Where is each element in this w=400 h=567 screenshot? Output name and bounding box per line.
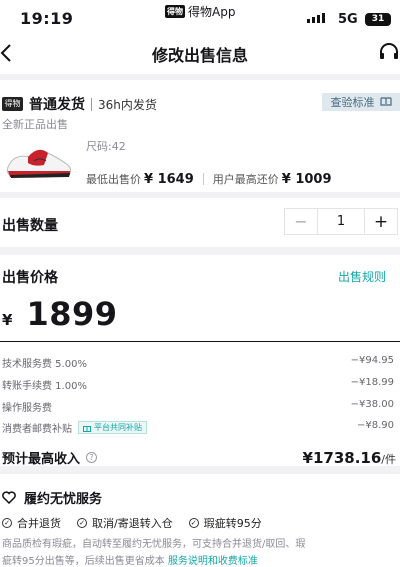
quantity-label: 出售数量 [2, 218, 58, 234]
income-label-group: 预计最高收入 ? [2, 448, 98, 467]
service-terms-link[interactable]: 服务说明和收费标准 [168, 556, 258, 567]
fee-label: 消费者邮费补贴 [2, 424, 72, 435]
service-desc-line: 商品质检有瑕疵，自动转至履约无忧服务，可支持合并退货/取回、瑕 [2, 539, 306, 550]
product-header: 得物 普通发货 36h内发货 [2, 94, 157, 114]
fee-row: 技术服务费 5.00% −¥94.95 [2, 355, 394, 370]
quantity-minus-button[interactable]: − [285, 209, 318, 234]
app-name: 得物App [188, 4, 236, 19]
check-circle-icon: ✓ [77, 518, 87, 528]
highest-offer-label: 用户最高还价 [212, 173, 279, 186]
subsidy-badge-label: 平台共同补贴 [94, 423, 142, 432]
service-desc-text: 疵转95分出售等，后续出售更省成本 [2, 556, 168, 567]
service-card: 履约无忧服务 ✓ 合并退货 ✓ 取消/寄退转入仓 ✓ 瑕疵转95分 商品质检有瑕… [0, 474, 400, 567]
check-circle-icon: ✓ [2, 518, 12, 528]
quantity-card: 出售数量 − 1 + [0, 198, 400, 247]
service-tag: ✓ 合并退货 [2, 515, 61, 531]
income-unit: /件 [381, 453, 396, 466]
product-image [4, 135, 74, 187]
service-title-group: 履约无忧服务 [2, 488, 102, 507]
signal-icon [307, 13, 325, 23]
price-underline [0, 341, 400, 342]
price-label: 出售价格 [2, 270, 58, 286]
price-value: 1899 [26, 295, 118, 333]
lowest-price-value: ¥ 1649 [144, 171, 194, 187]
price-card: 出售价格 出售规则 ¥ 1899 技术服务费 5.00% −¥94.95 转账手… [0, 255, 400, 467]
gift-icon [83, 425, 91, 432]
fee-value: −¥94.95 [350, 355, 394, 366]
service-desc-line2: 疵转95分出售等，后续出售更省成本 服务说明和收费标准 [2, 553, 396, 567]
income-label: 预计最高收入 [2, 452, 81, 467]
fee-row: 转账手续费 1.00% −¥18.99 [2, 377, 394, 392]
service-tags: ✓ 合并退货 ✓ 取消/寄退转入仓 ✓ 瑕疵转95分 [2, 515, 262, 531]
service-description: 商品质检有瑕疵，自动转至履约无忧服务，可支持合并退货/取回、瑕 疵转95分出售等… [2, 536, 396, 567]
fee-value: −¥38.00 [350, 399, 394, 410]
shipping-time: 36h内发货 [98, 97, 157, 112]
estimated-income: 预计最高收入 ? ¥1738.16/件 [2, 448, 396, 467]
dewu-logo: 得物 [2, 97, 23, 111]
currency-symbol: ¥ [2, 311, 13, 329]
income-value: ¥1738.16 [302, 449, 382, 467]
quantity-stepper: − 1 + [284, 208, 398, 235]
inspection-standard-button[interactable]: 查验标准 [322, 93, 400, 111]
service-tag-label: 合并退货 [17, 517, 61, 530]
income-amount: ¥1738.16/件 [303, 449, 396, 467]
product-size: 尺码:42 [86, 140, 126, 153]
product-card: 得物 普通发货 36h内发货 查验标准 全新正品出售 尺码:42 最低出售价 ¥… [0, 80, 400, 192]
fee-value: −¥8.90 [356, 420, 394, 431]
help-icon[interactable]: ? [86, 452, 98, 463]
highest-offer-value: ¥ 1009 [281, 171, 332, 187]
status-bar: 19:19 得物 得物App 5G 31 [0, 0, 400, 34]
price-input[interactable]: ¥ 1899 [2, 295, 118, 333]
network-type: 5G [338, 12, 358, 27]
service-title: 履约无忧服务 [24, 492, 103, 507]
nav-bar: 修改出售信息 [0, 34, 400, 74]
lowest-price-label: 最低出售价 [86, 173, 141, 186]
heart-handshake-icon [2, 491, 16, 504]
quantity-plus-button[interactable]: + [364, 209, 397, 234]
service-tag: ✓ 瑕疵转95分 [188, 515, 262, 531]
sale-type: 普通发货 [29, 97, 85, 113]
fee-value: −¥18.99 [350, 377, 394, 388]
service-tag-label: 取消/寄退转入仓 [92, 517, 173, 530]
headset-icon [380, 43, 398, 59]
fee-row: 消费者邮费补贴 平台共同补贴 −¥8.90 [2, 420, 394, 435]
status-time: 19:19 [20, 9, 74, 28]
fee-label: 操作服务费 [2, 403, 52, 414]
customer-service-button[interactable] [378, 42, 400, 64]
inspection-standard-label: 查验标准 [330, 96, 375, 109]
sneaker-image [6, 149, 72, 178]
service-tag: ✓ 取消/寄退转入仓 [77, 515, 173, 531]
status-app-indicator: 得物 得物App [165, 3, 235, 19]
subsidy-badge: 平台共同补贴 [78, 421, 147, 434]
market-prices: 最低出售价 ¥ 1649 用户最高还价 ¥ 1009 [86, 171, 332, 187]
fee-label: 技术服务费 5.00% [2, 359, 87, 370]
fee-label-group: 消费者邮费补贴 平台共同补贴 [2, 420, 147, 435]
service-tag-label: 瑕疵转95分 [203, 517, 262, 530]
battery-icon: 31 [365, 13, 391, 26]
product-condition: 全新正品出售 [2, 118, 68, 131]
divider [91, 97, 92, 111]
book-icon [379, 97, 392, 106]
page-title: 修改出售信息 [151, 46, 248, 65]
check-circle-icon: ✓ [188, 518, 199, 528]
divider [202, 173, 204, 185]
app-badge: 得物 [165, 4, 185, 18]
fee-row: 操作服务费 −¥38.00 [2, 399, 394, 414]
fee-label: 转账手续费 1.00% [2, 381, 87, 392]
quantity-input[interactable]: 1 [318, 209, 364, 234]
sale-rules-link[interactable]: 出售规则 [338, 268, 386, 285]
